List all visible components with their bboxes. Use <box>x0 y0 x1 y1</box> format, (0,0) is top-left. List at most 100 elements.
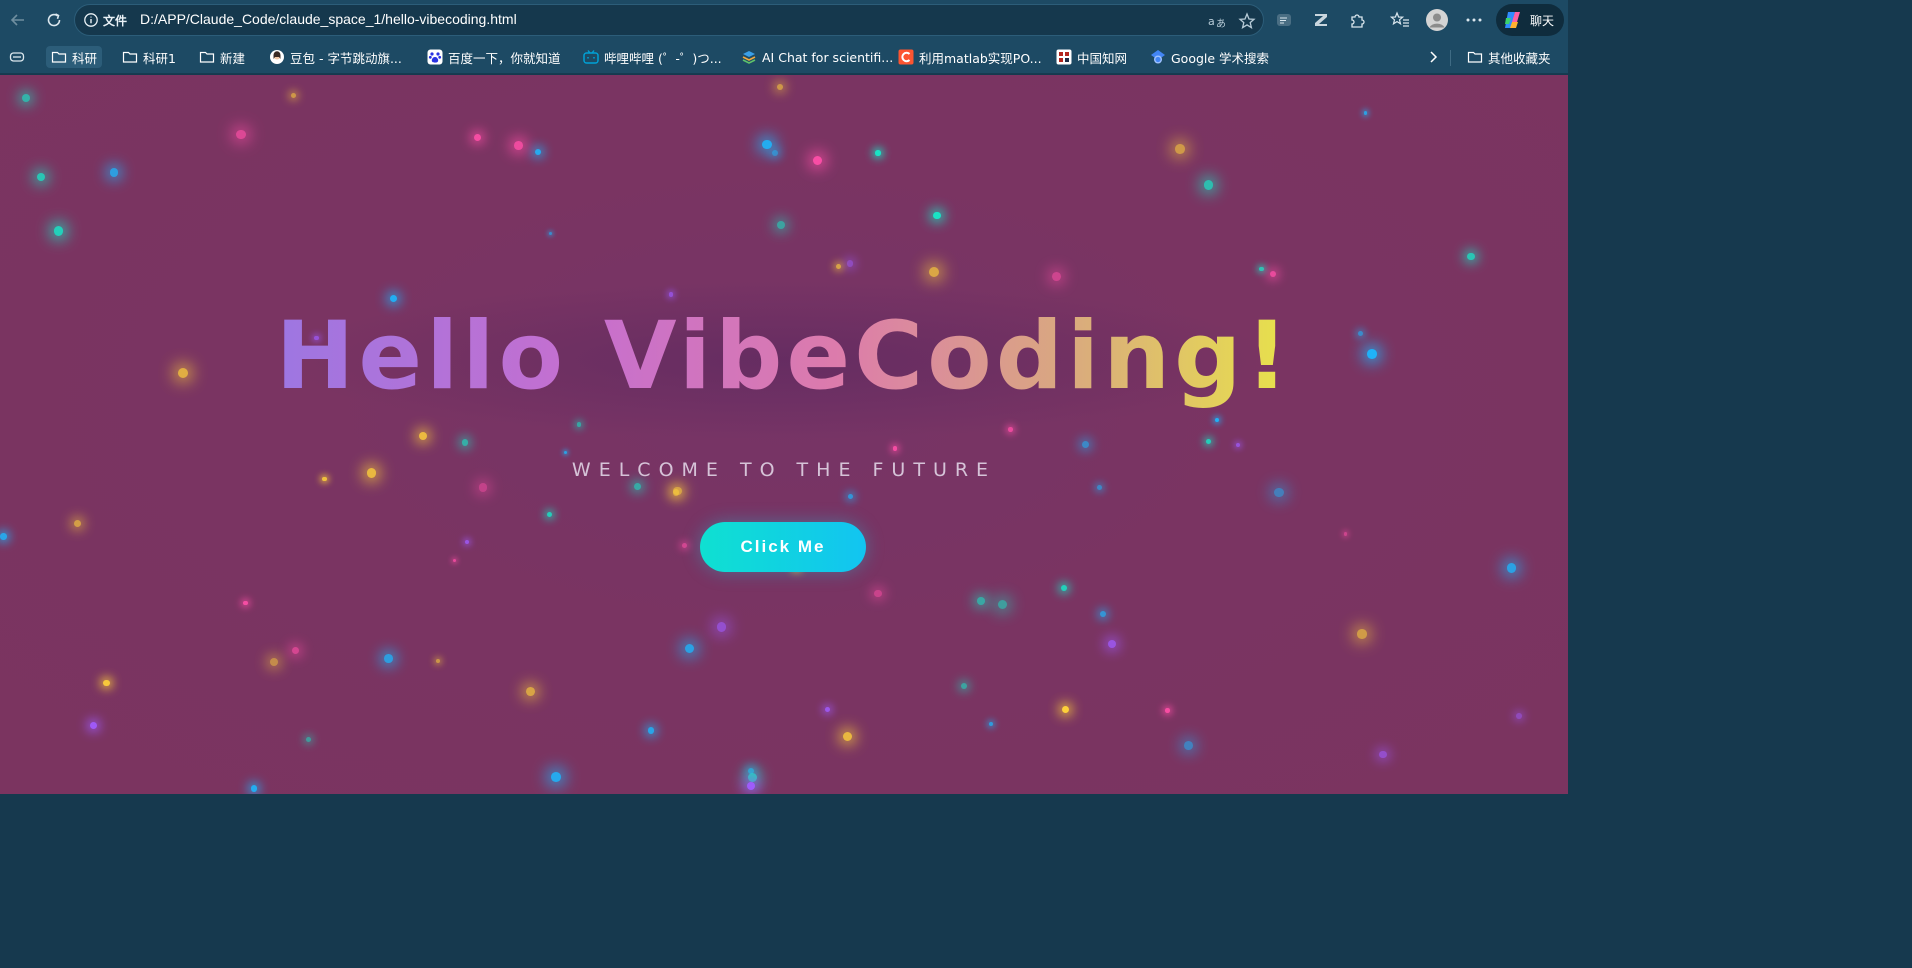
z-extension-button[interactable] <box>1307 6 1335 34</box>
particle-dot <box>0 533 7 540</box>
particle-dot <box>848 493 854 500</box>
hero-title-text: Hello VibeCoding! <box>275 302 1293 411</box>
folder-icon <box>51 51 67 63</box>
bookmark-item[interactable]: 科研 <box>46 46 103 68</box>
bookmark-item[interactable]: 百度一下，你就知道 <box>422 46 566 68</box>
particle-dot <box>291 646 300 655</box>
address-bar[interactable]: 文件 D:/APP/Claude_Code/claude_space_1/hel… <box>74 4 1264 36</box>
particle-dot <box>836 263 842 269</box>
particle-dot <box>762 139 772 150</box>
layers-icon <box>742 51 756 64</box>
puzzle-icon <box>1351 14 1365 28</box>
particle-dot <box>777 220 786 229</box>
bookmark-item[interactable]: 中国知网 <box>1051 46 1132 68</box>
particle-dot <box>772 150 779 157</box>
hero-title: Hello VibeCoding! <box>0 302 1568 411</box>
particle-dot <box>717 622 727 632</box>
particle-dot <box>824 706 831 713</box>
particle-dot <box>1215 417 1220 422</box>
particle-dot <box>1379 750 1387 759</box>
divider <box>1450 50 1451 66</box>
avatar-icon <box>1426 9 1448 31</box>
reading-view-button[interactable] <box>1270 6 1298 34</box>
particle-dot <box>747 773 757 782</box>
particle-dot <box>892 446 898 451</box>
folder-icon <box>1467 51 1483 63</box>
arrow-left-icon <box>10 14 24 26</box>
bookmark-label: 中国知网 <box>1077 50 1128 66</box>
favorites-list-icon <box>1390 11 1409 27</box>
chevron-right-icon <box>1430 51 1438 63</box>
particle-dot <box>53 226 64 236</box>
extensions-button[interactable] <box>1344 6 1372 34</box>
particle-dot <box>461 439 469 446</box>
back-button[interactable] <box>4 6 32 34</box>
refresh-button[interactable] <box>40 6 68 34</box>
particle-dot <box>684 643 695 654</box>
particle-dot <box>1062 705 1070 714</box>
bookmark-label: 科研 <box>72 50 98 66</box>
bookmark-item[interactable]: 新建 <box>194 46 250 68</box>
particle-dot <box>1274 487 1284 498</box>
bookmark-label: AI Chat for scientifi... <box>762 49 894 65</box>
particle-dot <box>1100 610 1107 617</box>
translate-icon[interactable]: aあ <box>1207 11 1227 31</box>
particle-dot <box>928 266 939 277</box>
particle-dot <box>103 679 110 686</box>
bookmark-label: 豆包 - 字节跳动旗... <box>290 50 402 66</box>
favorites-button[interactable] <box>1386 6 1414 34</box>
collections-button[interactable] <box>4 46 30 68</box>
particle-dot <box>1363 111 1368 115</box>
bilibili-icon <box>583 50 599 64</box>
browser-toolbar: 文件 D:/APP/Claude_Code/claude_space_1/hel… <box>0 0 1568 40</box>
scheme-label: 文件 <box>103 14 128 28</box>
bookmark-item[interactable]: 科研1 <box>117 46 181 68</box>
particle-dot <box>549 232 553 236</box>
svg-text:あ: あ <box>1216 18 1226 29</box>
favorite-star-icon[interactable] <box>1237 11 1257 31</box>
particle-dot <box>1096 485 1102 491</box>
cnki-icon <box>1056 49 1072 65</box>
particle-dot <box>932 211 941 220</box>
particle-dot <box>236 129 246 140</box>
refresh-icon <box>47 13 61 27</box>
bookmark-item[interactable]: 豆包 - 字节跳动旗... <box>264 46 407 68</box>
particle-dot <box>526 687 536 697</box>
particle-dot <box>90 721 98 730</box>
bookmark-item[interactable]: 利用matlab实现PO... <box>893 46 1047 68</box>
bookmark-label: 哔哩哔哩 (゜-゜)つ... <box>604 50 722 66</box>
particle-dot <box>36 172 46 182</box>
bookmark-item[interactable]: Google 学术搜索 <box>1145 46 1274 68</box>
bookmark-label: Google 学术搜索 <box>1171 50 1270 66</box>
copilot-chat-button[interactable]: 聊天 <box>1496 4 1564 36</box>
particle-dot <box>305 737 312 743</box>
bookmark-item[interactable]: 哔哩哔哩 (゜-゜)つ... <box>578 46 727 68</box>
particle-dot <box>1108 639 1117 648</box>
particle-dot <box>1357 629 1367 639</box>
particle-dot <box>960 682 968 690</box>
particle-dot <box>1205 438 1211 444</box>
particle-dot <box>270 657 279 666</box>
particle-dot <box>846 260 853 267</box>
particle-dot <box>1259 267 1264 272</box>
click-me-button[interactable]: Click Me <box>700 522 866 572</box>
particle-dot <box>681 543 687 549</box>
particle-dot <box>1236 443 1241 448</box>
url-text[interactable]: D:/APP/Claude_Code/claude_space_1/hello-… <box>140 11 517 27</box>
particle-dot <box>1060 584 1067 591</box>
z-icon <box>1315 14 1327 26</box>
particle-dot <box>634 483 642 491</box>
particle-dot <box>874 589 882 598</box>
svg-text:a: a <box>1208 15 1215 28</box>
particle-dot <box>418 431 427 440</box>
particle-dot <box>21 93 30 102</box>
other-bookmarks-button[interactable]: 其他收藏夹 <box>1462 46 1556 68</box>
profile-button[interactable] <box>1423 6 1451 34</box>
info-icon[interactable] <box>83 12 99 28</box>
particle-dot <box>988 721 994 726</box>
bookmark-item[interactable]: AI Chat for scientifi... <box>736 46 898 68</box>
bookmarks-overflow-button[interactable] <box>1420 46 1446 68</box>
more-menu-button[interactable] <box>1460 6 1488 34</box>
other-bookmarks-label: 其他收藏夹 <box>1488 50 1551 66</box>
particle-dot <box>479 483 488 492</box>
